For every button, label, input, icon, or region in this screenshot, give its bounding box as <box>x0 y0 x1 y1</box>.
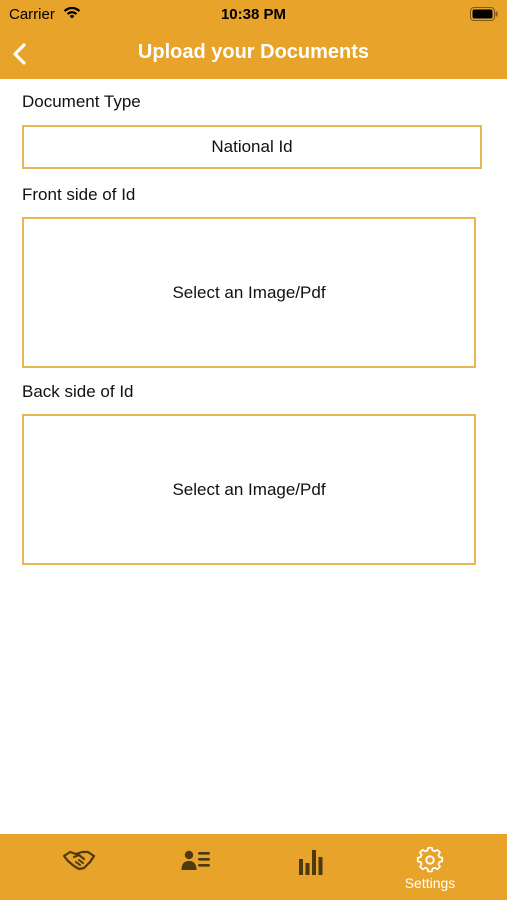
nav-bar: Upload your Documents <box>0 28 507 79</box>
gear-icon <box>416 846 444 873</box>
tab-bar: Settings <box>0 834 507 900</box>
page-title: Upload your Documents <box>137 41 370 63</box>
status-bar: Carrier 10:38 PM <box>0 0 507 28</box>
tab-settings[interactable]: Settings <box>367 834 493 900</box>
back-side-placeholder: Select an Image/Pdf <box>172 479 326 499</box>
back-side-upload-box[interactable]: Select an Image/Pdf <box>22 414 476 565</box>
tab-analytics[interactable] <box>249 834 375 900</box>
tab-contacts[interactable] <box>133 834 259 900</box>
tab-deals[interactable] <box>16 834 142 900</box>
back-side-label: Back side of Id <box>22 382 134 401</box>
front-side-placeholder: Select an Image/Pdf <box>172 282 326 302</box>
document-type-label: Document Type <box>22 92 141 111</box>
contact-list-icon <box>181 850 210 870</box>
front-side-upload-box[interactable]: Select an Image/Pdf <box>22 217 476 368</box>
battery-icon <box>470 7 498 25</box>
front-side-label: Front side of Id <box>22 185 136 204</box>
document-type-value: National Id <box>211 137 293 156</box>
tab-settings-label: Settings <box>404 875 456 891</box>
app-header: Carrier 10:38 PM Upload your Documents <box>0 0 507 79</box>
document-type-selector[interactable]: National Id <box>22 125 482 169</box>
handshake-icon <box>62 850 96 871</box>
bar-chart-icon <box>299 850 323 875</box>
status-time: 10:38 PM <box>220 6 287 23</box>
